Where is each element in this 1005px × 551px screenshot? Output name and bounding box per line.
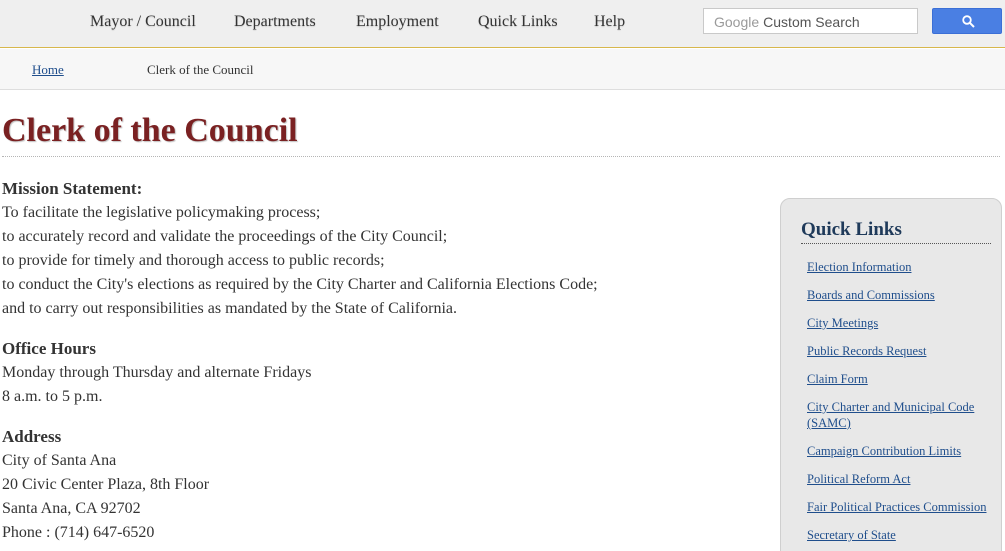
top-nav: Mayor / Council Departments Employment Q… [0,0,1005,48]
search-box: Google Custom Search [703,8,918,34]
list-item: City Charter and Municipal Code (SAMC) [807,399,999,431]
mission-line: and to carry out responsibilities as man… [2,300,457,317]
list-item: Claim Form [807,371,999,387]
list-item: Boards and Commissions [807,287,999,303]
mission-heading: Mission Statement: [2,179,143,198]
list-item: Political Reform Act [807,471,999,487]
quick-links-heading: Quick Links [801,219,902,240]
address-heading: Address [2,427,62,446]
nav-quick-links[interactable]: Quick Links [478,13,558,31]
phone-line: Phone : (714) 647-6520 [2,524,155,541]
nav-employment[interactable]: Employment [356,13,439,31]
quick-link-campaign-contribution-limits[interactable]: Campaign Contribution Limits [807,444,961,458]
mission-line: to accurately record and validate the pr… [2,228,448,245]
page-title: Clerk of the Council [2,112,298,149]
quick-link-city-charter-code[interactable]: City Charter and Municipal Code (SAMC) [807,400,974,430]
list-item: Public Records Request [807,343,999,359]
breadcrumb-current: Clerk of the Council [147,62,254,77]
quick-link-city-meetings[interactable]: City Meetings [807,316,878,330]
list-item: Fair Political Practices Commission [807,499,999,515]
main-content: Mission Statement: To facilitate the leg… [2,177,762,551]
title-divider [2,156,1000,157]
quick-link-public-records-request[interactable]: Public Records Request [807,344,926,358]
mission-line: to conduct the City's elections as requi… [2,276,598,293]
mission-section: Mission Statement: To facilitate the leg… [2,177,762,321]
quick-link-political-reform-act[interactable]: Political Reform Act [807,472,910,486]
quick-links-panel: Quick Links Election Information Boards … [780,198,1002,551]
quick-link-fppc[interactable]: Fair Political Practices Commission [807,500,987,514]
quick-link-claim-form[interactable]: Claim Form [807,372,868,386]
list-item: Election Information [807,259,999,275]
address-section: Address City of Santa Ana 20 Civic Cente… [2,425,762,545]
mission-line: To facilitate the legislative policymaki… [2,204,321,221]
nav-departments[interactable]: Departments [234,13,316,31]
search-button[interactable] [932,8,1002,34]
list-item: Secretary of State [807,527,999,543]
search-icon [962,15,975,28]
office-hours-section: Office Hours Monday through Thursday and… [2,337,762,409]
quick-link-election-information[interactable]: Election Information [807,260,911,274]
office-hours-line: Monday through Thursday and alternate Fr… [2,364,312,381]
quick-link-secretary-of-state[interactable]: Secretary of State [807,528,896,542]
address-line: City of Santa Ana [2,452,117,469]
address-line: Santa Ana, CA 92702 [2,500,141,517]
breadcrumb-home-link[interactable]: Home [32,62,64,78]
quick-links-list: Election Information Boards and Commissi… [807,259,999,551]
search-input[interactable] [704,9,917,33]
nav-help[interactable]: Help [594,13,625,31]
list-item: Campaign Contribution Limits [807,443,999,459]
list-item: City Meetings [807,315,999,331]
office-hours-line: 8 a.m. to 5 p.m. [2,388,103,405]
breadcrumb: Home Clerk of the Council [0,49,1005,90]
address-line: 20 Civic Center Plaza, 8th Floor [2,476,210,493]
mission-line: to provide for timely and thorough acces… [2,252,385,269]
quick-link-boards-commissions[interactable]: Boards and Commissions [807,288,935,302]
quick-links-divider [801,243,991,244]
office-hours-heading: Office Hours [2,339,96,358]
nav-mayor-council[interactable]: Mayor / Council [90,13,196,31]
